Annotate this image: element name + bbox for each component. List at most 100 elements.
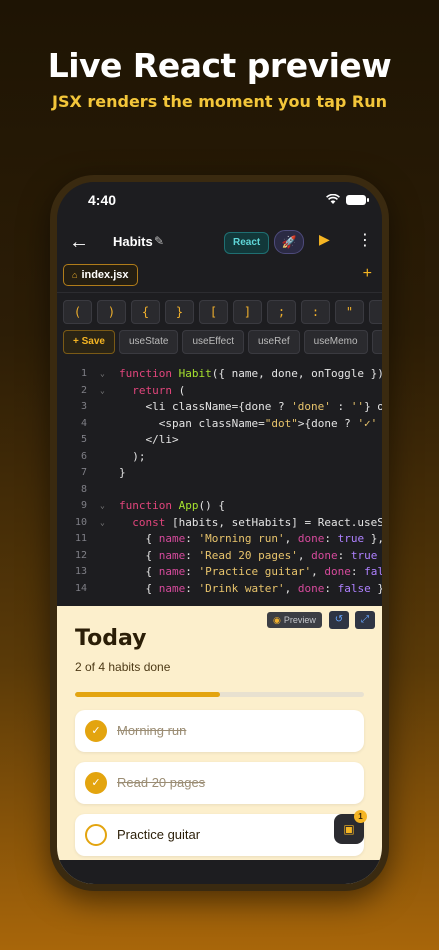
symbol-keys-row: (){}[];:"'<: [63, 300, 382, 324]
add-file-icon[interactable]: +: [363, 264, 372, 284]
code-line: 7}: [57, 465, 382, 482]
status-time: 4:40: [88, 192, 117, 208]
refresh-preview-icon[interactable]: ↺: [329, 611, 349, 629]
code-text: { name: 'Practice guitar', done: false }…: [119, 565, 382, 578]
eye-icon: ◉: [273, 615, 281, 625]
back-arrow-icon[interactable]: ←: [69, 232, 89, 252]
fold-chevron-icon[interactable]: ⌄: [100, 498, 105, 515]
code-text: const [habits, setHabits] = React.useSta…: [132, 515, 382, 529]
code-line: 10 ⌄ const [habits, setHabits] = React.us…: [57, 515, 382, 532]
symbol-key[interactable]: ': [369, 300, 382, 324]
code-line: 8: [57, 482, 382, 499]
line-number: 5: [80, 434, 87, 445]
hero-title: Live React preview: [47, 46, 392, 85]
code-text: }: [119, 466, 126, 479]
line-number: 6: [80, 450, 87, 462]
fold-chevron-icon[interactable]: ⌄: [100, 383, 105, 400]
symbol-key[interactable]: }: [165, 300, 194, 324]
line-number: 8: [80, 483, 87, 495]
code-line: 13 { name: 'Practice guitar', done: fals…: [57, 564, 382, 581]
code-text: { name: 'Drink water', done: false },: [119, 581, 382, 595]
symbol-key[interactable]: (: [63, 300, 92, 324]
file-tab-index-jsx[interactable]: ⌂ index.jsx: [63, 264, 138, 286]
habit-item[interactable]: ✓ Morning run: [75, 710, 364, 752]
code-line: 11 { name: 'Morning run', done: true },: [57, 531, 382, 548]
bottom-home-area: [57, 860, 382, 884]
snippet-usestate[interactable]: useState: [118, 330, 179, 354]
unchecked-circle-icon[interactable]: [85, 824, 107, 846]
symbol-key[interactable]: ]: [233, 300, 262, 324]
console-badge: 1: [354, 810, 367, 823]
symbol-key[interactable]: ;: [267, 300, 296, 324]
snippet-usecallback[interactable]: useCallback: [371, 330, 382, 354]
habit-item[interactable]: Practice guitar: [75, 814, 364, 856]
progress-bar-fill: [75, 692, 220, 697]
habits-summary: 2 of 4 habits done: [75, 660, 171, 674]
home-icon: ⌂: [72, 270, 78, 280]
code-text: );: [119, 449, 146, 463]
phone-frame: 4:40 ← Habits ✎ React 🚀 ▶ ⋮ ⌂ index.jsx +…: [50, 175, 389, 891]
code-line: 9 ⌄ function App() {: [57, 498, 382, 515]
code-line: 3 <li className={done ? 'done' : ''} onC…: [57, 399, 382, 416]
console-button[interactable]: ▣ 1: [334, 810, 367, 844]
file-tab-label: index.jsx: [81, 269, 129, 281]
run-play-icon[interactable]: ▶: [319, 231, 330, 248]
code-line: 6 );: [57, 449, 382, 466]
live-preview-pane: ◉ Preview ↺ ⤢ Today 2 of 4 habits done ✓ …: [57, 606, 382, 884]
code-text: return (: [132, 383, 186, 397]
habit-item[interactable]: ✓ Read 20 pages: [75, 762, 364, 804]
project-title[interactable]: Habits: [113, 234, 153, 249]
line-number: 2: [80, 384, 87, 396]
progress-bar: [75, 692, 364, 697]
code-text: <li className={done ? 'done' : ''} onCli…: [119, 400, 382, 413]
line-number: 12: [74, 549, 87, 561]
save-snippet-button[interactable]: + Save: [63, 330, 115, 354]
preview-badge: ◉ Preview: [267, 612, 322, 628]
snippet-usememo[interactable]: useMemo: [303, 330, 368, 354]
more-menu-icon[interactable]: ⋮: [357, 230, 373, 250]
app-bar: ← Habits ✎ React 🚀 ▶ ⋮: [57, 222, 382, 264]
code-text: <span className="dot">{done ? '✓' : ''}<…: [119, 416, 378, 430]
app-screen: 4:40 ← Habits ✎ React 🚀 ▶ ⋮ ⌂ index.jsx +…: [57, 182, 382, 884]
code-text: function Habit({ name, done, onToggle })…: [119, 367, 382, 380]
line-number: 13: [74, 566, 87, 577]
symbol-key[interactable]: ": [335, 300, 364, 324]
symbol-key[interactable]: :: [301, 300, 330, 324]
check-icon[interactable]: ✓: [85, 772, 107, 794]
code-text: </li>: [119, 433, 179, 446]
code-editor[interactable]: 1 ⌄ function Habit({ name, done, onToggle …: [57, 366, 382, 599]
rocket-icon[interactable]: 🚀: [274, 230, 304, 254]
preview-badge-label: Preview: [283, 615, 316, 625]
code-line: 14 { name: 'Drink water', done: false },: [57, 581, 382, 598]
battery-icon: [346, 195, 369, 205]
line-number: 11: [74, 533, 87, 544]
terminal-icon: ▣: [343, 822, 355, 836]
line-number: 7: [80, 467, 87, 478]
fold-chevron-icon[interactable]: ⌄: [100, 515, 105, 532]
habit-label: Read 20 pages: [117, 775, 206, 790]
line-number: 4: [80, 417, 87, 429]
code-text: { name: 'Morning run', done: true },: [119, 532, 382, 545]
code-text: { name: 'Read 20 pages', done: true },: [119, 548, 378, 562]
fold-chevron-icon[interactable]: ⌄: [100, 366, 105, 383]
symbol-key[interactable]: [: [199, 300, 228, 324]
habit-label: Practice guitar: [117, 827, 201, 842]
habit-label: Morning run: [117, 723, 187, 738]
line-number: 14: [74, 582, 87, 594]
line-number: 9: [80, 500, 87, 511]
check-icon[interactable]: ✓: [85, 720, 107, 742]
code-line: 1 ⌄ function Habit({ name, done, onToggle …: [57, 366, 382, 383]
symbol-key[interactable]: {: [131, 300, 160, 324]
preview-heading: Today: [75, 626, 147, 651]
react-mode-chip[interactable]: React: [224, 232, 270, 254]
snippet-useeffect[interactable]: useEffect: [182, 330, 244, 354]
snippet-row: + SaveuseStateuseEffectuseRefuseMemouseC…: [63, 330, 382, 354]
line-number: 1: [80, 368, 87, 379]
wifi-icon: [326, 194, 340, 204]
pencil-icon[interactable]: ✎: [154, 234, 164, 248]
symbol-key[interactable]: ): [97, 300, 126, 324]
expand-preview-icon[interactable]: ⤢: [355, 611, 375, 629]
code-line: 12 { name: 'Read 20 pages', done: true }…: [57, 548, 382, 565]
status-bar: 4:40: [57, 182, 382, 222]
snippet-useref[interactable]: useRef: [247, 330, 300, 354]
